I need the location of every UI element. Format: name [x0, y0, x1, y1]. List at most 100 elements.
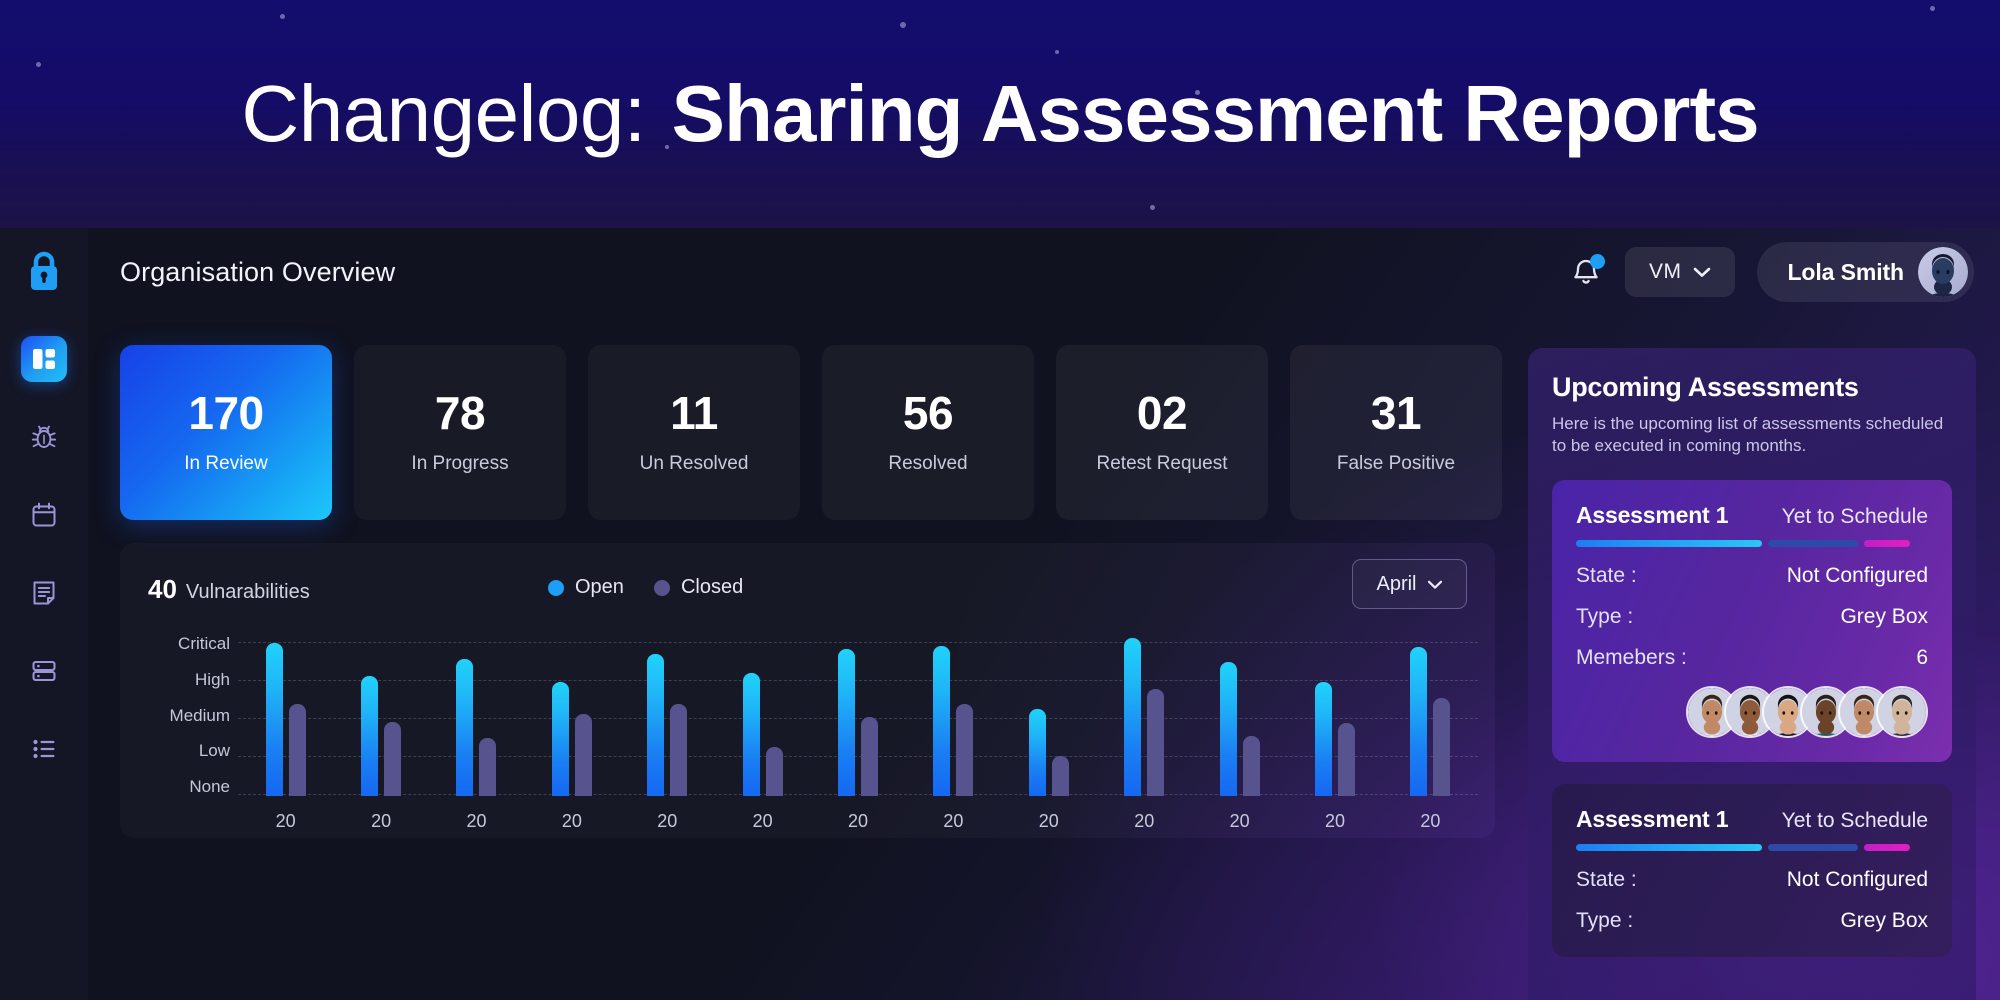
stat-card-un-resolved[interactable]: 11 Un Resolved	[588, 345, 800, 520]
bug-icon	[31, 425, 57, 448]
bar-open[interactable]	[1124, 638, 1142, 796]
bar-group	[1287, 638, 1382, 796]
stat-value: 11	[670, 387, 718, 439]
progress-segment-pending	[1768, 539, 1858, 547]
x-tick: 20	[1420, 811, 1441, 831]
stat-label: In Review	[184, 453, 268, 474]
bar-group	[1097, 638, 1192, 796]
stat-card-false-positive[interactable]: 31 False Positive	[1290, 345, 1502, 520]
progress-segment-pending	[1768, 843, 1858, 851]
banner-title: Changelog: Sharing Assessment Reports	[0, 0, 2000, 228]
members-key: Memebers :	[1576, 645, 1687, 669]
stat-card-resolved[interactable]: 56 Resolved	[822, 345, 1034, 520]
bar-open[interactable]	[265, 643, 283, 796]
notification-dot	[1589, 254, 1605, 269]
page-title: Organisation Overview	[120, 256, 396, 287]
state-value: Not Configured	[1786, 563, 1928, 587]
y-tick: Medium	[169, 705, 230, 725]
bar-closed[interactable]	[861, 717, 879, 796]
month-selector[interactable]: April	[1352, 559, 1467, 609]
type-key: Type :	[1576, 908, 1634, 932]
chart-plot: Critical High Medium Low None 20 20 20 20 20…	[120, 635, 1495, 838]
member-avatar-stack[interactable]	[1686, 685, 1928, 738]
server-icon	[32, 661, 56, 681]
app-window: Organisation Overview VM Lola Smith 170 …	[0, 228, 2000, 1000]
bar-closed[interactable]	[670, 704, 688, 796]
sidebar-item-schedule[interactable]	[21, 492, 67, 538]
topbar-right: VM Lola Smith	[1569, 228, 1974, 316]
assessment-name: Assessment 1	[1576, 501, 1729, 528]
bar-open[interactable]	[838, 649, 856, 796]
bar-open[interactable]	[551, 682, 569, 796]
member-avatar[interactable]	[1876, 685, 1928, 738]
panel-subtitle: Here is the upcoming list of assessments…	[1552, 414, 1944, 456]
bar-group	[333, 638, 428, 796]
type-value: Grey Box	[1840, 908, 1928, 932]
notifications-button[interactable]	[1569, 254, 1605, 289]
upcoming-assessments-panel: Upcoming Assessments Here is the upcomin…	[1528, 348, 1976, 1000]
x-tick: 20	[371, 811, 392, 831]
banner-title-plain: Changelog:	[241, 69, 646, 158]
bar-closed[interactable]	[1433, 698, 1451, 796]
topbar: Organisation Overview VM Lola Smith	[88, 228, 2000, 316]
stat-label: False Positive	[1336, 453, 1456, 474]
bar-closed[interactable]	[1337, 723, 1355, 796]
bar-open[interactable]	[647, 654, 665, 796]
sidebar-item-dashboard[interactable]	[21, 336, 67, 382]
chart-count-value: 40	[148, 574, 177, 604]
bar-open[interactable]	[1410, 647, 1428, 796]
scope-selector[interactable]: VM	[1624, 247, 1736, 297]
bar-open[interactable]	[1314, 682, 1332, 796]
assessment-progress	[1576, 539, 1928, 547]
type-value: Grey Box	[1840, 604, 1928, 628]
stat-label: Un Resolved	[639, 453, 749, 474]
user-menu[interactable]: Lola Smith	[1757, 242, 1974, 302]
type-key: Type :	[1576, 604, 1634, 628]
bar-group	[429, 638, 524, 796]
stat-cards: 170 In Review 78 In Progress 11 Un Resol…	[120, 345, 1502, 520]
assessment-status: Yet to Schedule	[1781, 504, 1928, 528]
bar-open[interactable]	[1219, 662, 1237, 796]
bar-closed[interactable]	[956, 704, 974, 796]
bar-open[interactable]	[456, 659, 474, 796]
bar-group	[620, 638, 715, 796]
bar-closed[interactable]	[288, 704, 306, 796]
bar-open[interactable]	[1028, 709, 1046, 796]
sidebar-item-vulnerabilities[interactable]	[21, 414, 67, 460]
assessment-state-row: State : Not Configured	[1576, 564, 1928, 588]
assessment-header: Assessment 1 Yet to Schedule	[1576, 502, 1928, 529]
stat-card-in-review[interactable]: 170 In Review	[120, 345, 332, 520]
stat-card-in-progress[interactable]: 78 In Progress	[354, 345, 566, 520]
sidebar-item-activity[interactable]	[21, 726, 67, 772]
app-logo[interactable]	[0, 238, 88, 304]
assessment-status: Yet to Schedule	[1781, 808, 1928, 832]
bar-closed[interactable]	[1242, 736, 1260, 796]
assessment-card[interactable]: Assessment 1 Yet to Schedule State : Not…	[1552, 479, 1952, 762]
state-value: Not Configured	[1786, 867, 1928, 891]
assessment-header: Assessment 1 Yet to Schedule	[1576, 806, 1928, 833]
bar-closed[interactable]	[384, 722, 402, 796]
bar-closed[interactable]	[1147, 689, 1165, 796]
avatar	[1918, 247, 1968, 297]
bar-open[interactable]	[361, 676, 379, 796]
bar-open[interactable]	[742, 673, 760, 796]
month-label: April	[1376, 572, 1417, 595]
chart-x-axis: 20 20 20 20 20 20 20 20 20 20 20 20 20	[238, 811, 1478, 832]
stat-value: 56	[902, 387, 954, 439]
progress-segment-alert	[1864, 539, 1910, 547]
bar-closed[interactable]	[1051, 756, 1069, 796]
bar-group	[1001, 638, 1096, 796]
bar-closed[interactable]	[574, 714, 592, 796]
sidebar-item-assets[interactable]	[21, 648, 67, 694]
bar-closed[interactable]	[479, 738, 497, 796]
assessment-type-row: Type : Grey Box	[1576, 605, 1928, 629]
vulnerabilities-chart-card: 40 Vulnarabilities Open Closed April Cri…	[120, 543, 1495, 838]
stat-value: 170	[188, 387, 264, 439]
bar-closed[interactable]	[765, 747, 783, 796]
bar-open[interactable]	[933, 646, 951, 796]
scope-label: VM	[1648, 260, 1682, 283]
assessment-type-row: Type : Grey Box	[1576, 909, 1928, 933]
stat-card-retest-request[interactable]: 02 Retest Request	[1056, 345, 1268, 520]
assessment-card[interactable]: Assessment 1 Yet to Schedule State : Not…	[1552, 783, 1952, 957]
sidebar-item-reports[interactable]	[21, 570, 67, 616]
